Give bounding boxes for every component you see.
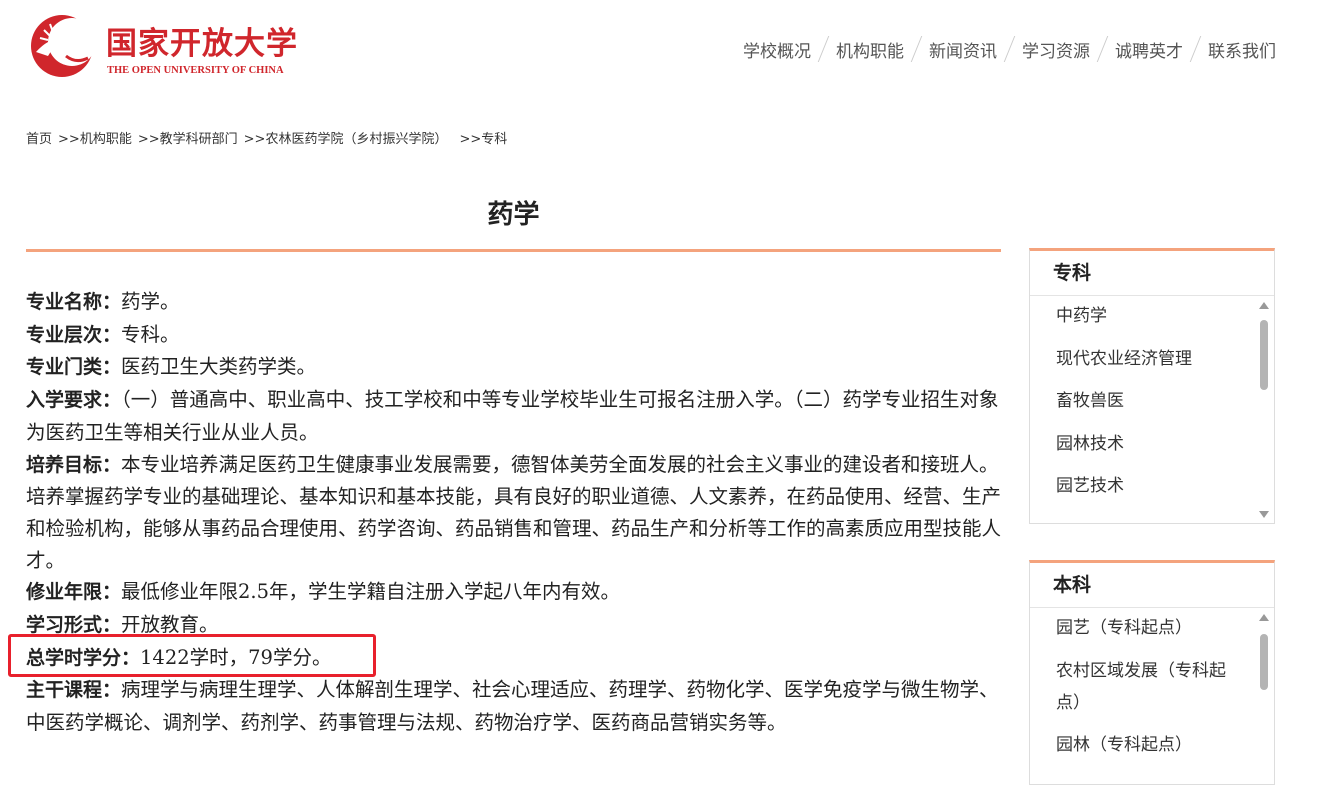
breadcrumb-teaching[interactable]: 教学科研部门 — [160, 132, 238, 147]
field-label: 专业层次： — [26, 323, 122, 346]
nav-item-resources[interactable]: 学习资源 — [1022, 37, 1090, 62]
panel-title: 本科 — [1030, 563, 1274, 608]
field-value: 最低修业年限2.5年，学生学籍自注册入学起八年内有效。 — [121, 580, 621, 604]
field-category: 专业门类：医药卫生大类药学类。 — [26, 351, 1004, 384]
field-duration: 修业年限：最低修业年限2.5年，学生学籍自注册入学起八年内有效。 — [26, 576, 1004, 609]
scrollbar-thumb[interactable] — [1260, 320, 1268, 390]
breadcrumb-separator: >> — [459, 132, 482, 147]
panel-title: 专科 — [1030, 251, 1274, 296]
field-objective: 培养目标：本专业培养满足医药卫生健康事业发展需要，德智体美劳全面发展的社会主义事… — [26, 449, 1004, 577]
field-value: （一）普通高中、职业高中、技工学校和中等专业学校毕业生可报名注册入学。（二）药学… — [26, 388, 999, 444]
list-item[interactable]: 园艺技术 — [1030, 470, 1274, 502]
scroll-up-icon[interactable] — [1259, 302, 1269, 309]
nav-item-careers[interactable]: 诚聘英才 — [1115, 37, 1183, 62]
field-major-name: 专业名称：药学。 — [26, 286, 1004, 319]
field-courses: 主干课程：病理学与病理生理学、人体解剖生理学、社会心理适应、药理学、药物化学、医… — [26, 674, 1004, 738]
field-admission: 入学要求：（一）普通高中、职业高中、技工学校和中等专业学校毕业生可报名注册入学。… — [26, 384, 1004, 448]
breadcrumb: 首页 >>机构职能 >>教学科研部门 >>农林医药学院（乡村振兴学院） >>专科 — [26, 128, 507, 147]
scrollbar[interactable] — [1258, 612, 1270, 784]
page-title: 药学 — [487, 200, 540, 230]
breadcrumb-home[interactable]: 首页 — [26, 132, 52, 147]
main-nav: 学校概况 机构职能 新闻资讯 学习资源 诚聘英才 联系我们 — [743, 36, 1276, 62]
nav-item-departments[interactable]: 机构职能 — [836, 37, 904, 62]
field-value: 开放教育。 — [121, 613, 219, 637]
field-label: 入学要求： — [26, 389, 122, 412]
nav-item-overview[interactable]: 学校概况 — [743, 37, 811, 62]
field-value: 医药卫生大类药学类。 — [121, 355, 317, 379]
field-label: 专业名称： — [26, 291, 122, 313]
list-item[interactable]: 农村区域发展（专科起点） — [1030, 655, 1274, 719]
panel-list: 园艺（专科起点） 农村区域发展（专科起点） 园林（专科起点） — [1030, 608, 1274, 788]
nav-item-news[interactable]: 新闻资讯 — [929, 37, 997, 62]
breadcrumb-departments[interactable]: 机构职能 — [80, 132, 132, 147]
list-item[interactable]: 园林（专科起点） — [1030, 729, 1274, 761]
field-label: 修业年限： — [26, 581, 122, 604]
field-value: 病理学与病理生理学、人体解剖生理学、社会心理适应、药理学、药物化学、医学免疫学与… — [26, 678, 999, 735]
field-value: 本专业培养满足医药卫生健康事业发展需要，德智体美劳全面发展的社会主义事业的建设者… — [26, 452, 1002, 572]
field-label: 专业门类： — [26, 356, 122, 379]
panel-zhuanke: 专科 中药学 现代农业经济管理 畜牧兽医 园林技术 园艺技术 — [1029, 248, 1275, 524]
field-label: 主干课程： — [26, 679, 122, 702]
list-item[interactable]: 园艺（专科起点） — [1030, 612, 1274, 644]
title-divider — [26, 249, 1001, 252]
breadcrumb-separator: >> — [58, 132, 80, 147]
nav-divider — [817, 36, 830, 62]
breadcrumb-separator: >> — [243, 132, 266, 147]
scrollbar[interactable] — [1258, 300, 1270, 520]
logo-text-cn: 国家开放大学 — [106, 26, 298, 62]
field-value: 药学。 — [121, 290, 180, 313]
nav-item-contact[interactable]: 联系我们 — [1208, 37, 1276, 62]
list-item[interactable]: 畜牧兽医 — [1030, 385, 1274, 417]
university-logo[interactable]: 国家开放大学 THE OPEN UNIVERSITY OF CHINA — [26, 12, 316, 82]
credits-highlight-box — [8, 634, 376, 677]
breadcrumb-separator: >> — [137, 132, 160, 147]
nav-divider — [910, 36, 923, 62]
field-level: 专业层次：专科。 — [26, 319, 1004, 352]
list-item[interactable]: 现代农业经济管理 — [1030, 343, 1274, 375]
logo-emblem-icon — [31, 15, 96, 77]
breadcrumb-college[interactable]: 农林医药学院（乡村振兴学院） — [265, 132, 447, 147]
panel-benke: 本科 园艺（专科起点） 农村区域发展（专科起点） 园林（专科起点） — [1029, 560, 1275, 785]
scroll-down-icon[interactable] — [1259, 511, 1269, 518]
nav-divider — [1003, 36, 1016, 62]
nav-divider — [1189, 36, 1202, 62]
field-value: 专科。 — [121, 322, 180, 346]
nav-divider — [1096, 36, 1109, 62]
scrollbar-thumb[interactable] — [1260, 634, 1268, 690]
field-label: 培养目标： — [26, 453, 122, 476]
list-item[interactable]: 园林技术 — [1030, 428, 1274, 460]
scroll-up-icon[interactable] — [1259, 614, 1269, 621]
breadcrumb-current[interactable]: 专科 — [481, 132, 507, 147]
panel-list: 中药学 现代农业经济管理 畜牧兽医 园林技术 园艺技术 — [1030, 296, 1274, 524]
field-label: 学习形式： — [26, 614, 122, 637]
list-item[interactable]: 中药学 — [1030, 300, 1274, 332]
logo-text-en: THE OPEN UNIVERSITY OF CHINA — [107, 65, 284, 76]
